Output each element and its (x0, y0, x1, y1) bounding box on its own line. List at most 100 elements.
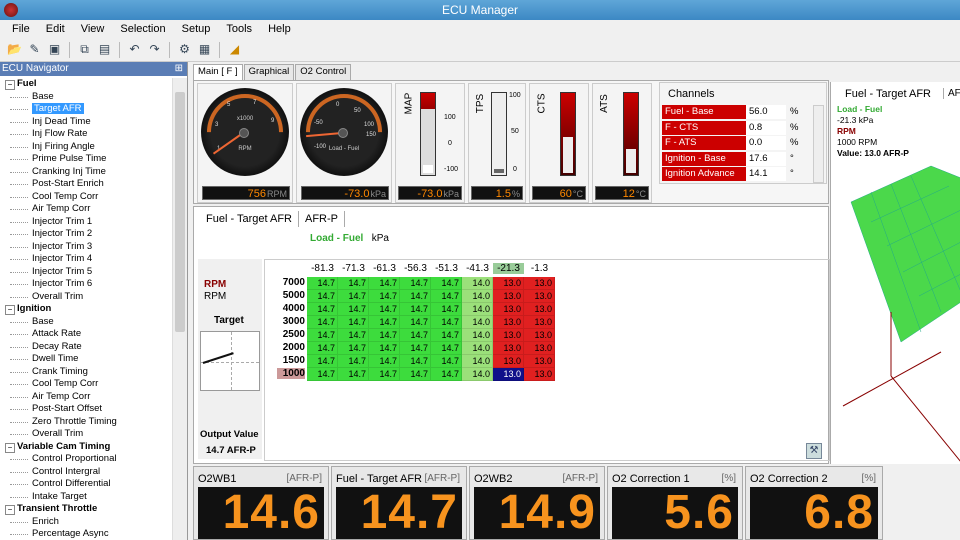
nav-item[interactable]: Crank Timing (0, 366, 172, 379)
tab-graphical[interactable]: Graphical (243, 64, 295, 80)
table-cell[interactable]: 14.7 (338, 316, 369, 329)
channel-row[interactable]: Fuel - Base 56.0% (662, 105, 812, 119)
channel-row[interactable]: Ignition - Base 17.6 ° (662, 151, 812, 166)
triangle-tool-icon[interactable]: ◢ (226, 41, 243, 58)
menu-view[interactable]: View (73, 23, 113, 35)
table-cell[interactable]: 13.0 (493, 355, 524, 368)
nav-item[interactable]: Injector Trim 6 (0, 278, 172, 291)
table-cell[interactable]: 14.0 (462, 316, 493, 329)
nav-item[interactable]: Target AFR (0, 103, 172, 116)
nav-item[interactable]: Base (0, 91, 172, 104)
table-cell[interactable]: 14.7 (307, 329, 338, 342)
channel-row[interactable]: F - CTS 0.8% (662, 120, 812, 135)
undo-icon[interactable]: ↶ (126, 41, 143, 58)
menu-setup[interactable]: Setup (174, 23, 219, 35)
column-header[interactable]: -1.3 (524, 263, 555, 274)
table-cell[interactable]: 14.7 (338, 342, 369, 355)
table-cell[interactable]: 14.7 (431, 316, 462, 329)
table-cell[interactable]: 14.7 (400, 303, 431, 316)
table-cell[interactable]: 14.7 (307, 277, 338, 290)
table-cell[interactable]: 14.0 (462, 368, 493, 381)
nav-item[interactable]: Cool Temp Corr (0, 191, 172, 204)
table-cell[interactable]: 14.7 (307, 355, 338, 368)
row-header[interactable]: 3000 (277, 316, 305, 327)
row-header[interactable]: 5000 (277, 290, 305, 301)
column-header[interactable]: -56.3 (400, 263, 431, 274)
nav-item[interactable]: Enrich (0, 516, 172, 529)
table-cell[interactable]: 13.0 (493, 342, 524, 355)
nav-item[interactable]: Air Temp Corr (0, 203, 172, 216)
pin-icon[interactable]: ⊞ (175, 62, 183, 76)
edit-icon[interactable]: ✎ (26, 41, 43, 58)
nav-item[interactable]: Attack Rate (0, 328, 172, 341)
channel-row[interactable]: Ignition Advance 14.1 ° (662, 167, 812, 181)
table-cell[interactable]: 13.0 (524, 316, 555, 329)
table-cell[interactable]: 13.0 (524, 355, 555, 368)
row-header[interactable]: 1500 (277, 355, 305, 366)
nav-item[interactable]: Inj Dead Time (0, 116, 172, 129)
nav-item[interactable]: Injector Trim 1 (0, 216, 172, 229)
nav-item[interactable]: Dwell Time (0, 353, 172, 366)
copy-icon[interactable]: ⧉ (76, 41, 93, 58)
nav-item[interactable]: Injector Trim 3 (0, 241, 172, 254)
table-cell[interactable]: 14.7 (400, 368, 431, 381)
table-cell[interactable]: 13.0 (493, 277, 524, 290)
table-cell[interactable]: 13.0 (524, 329, 555, 342)
table-cell[interactable]: 14.7 (400, 290, 431, 303)
column-header[interactable]: -61.3 (369, 263, 400, 274)
row-header[interactable]: 2000 (277, 342, 305, 353)
nav-item[interactable]: Control Differential (0, 478, 172, 491)
nav-item[interactable]: Air Temp Corr (0, 391, 172, 404)
table-cell[interactable]: 14.7 (431, 290, 462, 303)
column-header[interactable]: -81.3 (307, 263, 338, 274)
table-cell[interactable]: 14.0 (462, 303, 493, 316)
table-cell[interactable]: 14.7 (400, 277, 431, 290)
table-cell[interactable]: 14.7 (338, 329, 369, 342)
table-cell[interactable]: 14.7 (369, 303, 400, 316)
table-cell[interactable]: 13.0 (524, 368, 555, 381)
table-cell[interactable]: 14.7 (400, 355, 431, 368)
nav-item[interactable]: Zero Throttle Timing (0, 416, 172, 429)
nav-item[interactable]: Injector Trim 5 (0, 266, 172, 279)
table-cell[interactable]: 14.0 (462, 355, 493, 368)
nav-item[interactable]: Intake Target (0, 491, 172, 504)
table-cell[interactable]: 14.7 (431, 329, 462, 342)
column-header[interactable]: -21.3 (493, 263, 524, 274)
table-cell[interactable]: 14.0 (462, 342, 493, 355)
gear-icon[interactable]: ⚙ (176, 41, 193, 58)
table-cell[interactable]: 13.0 (524, 303, 555, 316)
nav-item[interactable]: Cranking Inj Time (0, 166, 172, 179)
table-cell[interactable]: 14.7 (369, 368, 400, 381)
table-cell[interactable]: 14.7 (338, 277, 369, 290)
table-cell[interactable]: 13.0 (493, 329, 524, 342)
nav-item[interactable]: Prime Pulse Time (0, 153, 172, 166)
column-header[interactable]: -71.3 (338, 263, 369, 274)
table-cell[interactable]: 14.7 (338, 355, 369, 368)
nav-group[interactable]: Ignition (0, 303, 172, 316)
app-icon[interactable] (4, 3, 18, 17)
nav-item[interactable]: Overall Trim (0, 291, 172, 304)
column-header[interactable]: -41.3 (462, 263, 493, 274)
menu-edit[interactable]: Edit (38, 23, 73, 35)
table-cell[interactable]: 14.7 (431, 355, 462, 368)
table-cell[interactable]: 13.0 (493, 316, 524, 329)
nav-item[interactable]: Control Proportional (0, 453, 172, 466)
channels-scrollbar[interactable] (813, 105, 824, 183)
scrollbar-thumb[interactable] (175, 92, 185, 332)
save-icon[interactable]: ▣ (46, 41, 63, 58)
table-cell[interactable]: 14.7 (338, 290, 369, 303)
table-cell[interactable]: 14.7 (431, 342, 462, 355)
table-cell[interactable]: 13.0 (524, 290, 555, 303)
table-cell[interactable]: 13.0 (493, 368, 524, 381)
channel-row[interactable]: F - ATS 0.0% (662, 136, 812, 150)
nav-item[interactable]: Cool Temp Corr (0, 378, 172, 391)
table-cell[interactable]: 13.0 (493, 303, 524, 316)
row-header[interactable]: 1000 (277, 368, 305, 379)
nav-item[interactable]: Injector Trim 2 (0, 228, 172, 241)
table-cell[interactable]: 14.7 (369, 342, 400, 355)
table-cell[interactable]: 14.7 (400, 329, 431, 342)
3d-view-tab[interactable]: AFR (943, 88, 960, 99)
table-cell[interactable]: 14.0 (462, 277, 493, 290)
nav-item[interactable]: Control Intergral (0, 466, 172, 479)
nav-item[interactable]: Inj Flow Rate (0, 128, 172, 141)
